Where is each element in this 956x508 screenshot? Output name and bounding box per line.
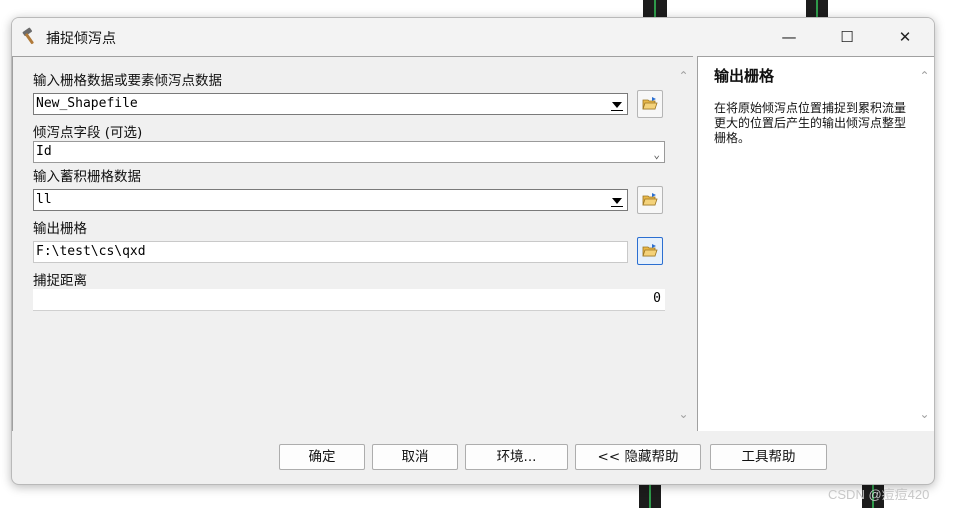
snap-distance-value: 0 xyxy=(653,291,661,306)
environments-button[interactable]: 环境... xyxy=(465,444,568,470)
title-bar[interactable]: 捕捉倾泻点 — ☐ ✕ xyxy=(12,18,934,56)
accum-raster-label: 输入蓄积栅格数据 xyxy=(33,169,141,185)
open-folder-icon xyxy=(642,193,658,206)
input-raster-browse-button[interactable] xyxy=(637,90,663,118)
snap-distance-input[interactable]: 0 xyxy=(33,289,665,311)
scroll-down-icon[interactable]: ⌄ xyxy=(916,407,933,421)
help-description: 在将原始倾泻点位置捕捉到累积流量更大的位置后产生的输出倾泻点整型栅格。 xyxy=(714,101,907,145)
input-raster-value: New_Shapefile xyxy=(36,96,138,111)
help-panel: 输出栅格 在将原始倾泻点位置捕捉到累积流量更大的位置后产生的输出倾泻点整型栅格。… xyxy=(697,56,934,431)
window-title: 捕捉倾泻点 xyxy=(46,31,116,47)
pour-field-label: 倾泻点字段 (可选) xyxy=(33,125,143,141)
parameters-scrollbar[interactable]: ⌃ ⌄ xyxy=(675,57,692,431)
output-raster-input[interactable]: F:\test\cs\qxd xyxy=(33,241,628,263)
help-title: 输出栅格 xyxy=(714,67,775,85)
hammer-icon xyxy=(20,26,40,46)
scroll-up-icon[interactable]: ⌃ xyxy=(916,69,933,83)
parameters-panel: 输入栅格数据或要素倾泻点数据 New_Shapefile 倾泻点字段 (可选) … xyxy=(12,56,693,431)
background-strip xyxy=(643,0,667,18)
snap-distance-label: 捕捉距离 xyxy=(33,273,87,289)
accum-raster-browse-button[interactable] xyxy=(637,186,663,214)
close-button[interactable]: ✕ xyxy=(876,18,934,56)
dropdown-arrow-icon[interactable] xyxy=(609,96,625,112)
dropdown-arrow-icon[interactable] xyxy=(609,192,625,208)
chevron-down-icon[interactable]: ⌄ xyxy=(653,145,660,165)
help-scrollbar[interactable]: ⌃ ⌄ xyxy=(916,57,933,431)
output-raster-value: F:\test\cs\qxd xyxy=(36,244,146,259)
pour-field-value: Id xyxy=(36,144,52,159)
output-raster-browse-button[interactable] xyxy=(637,237,663,265)
accum-raster-dropdown[interactable]: ll xyxy=(33,189,628,211)
scroll-up-icon[interactable]: ⌃ xyxy=(675,69,692,83)
maximize-button[interactable]: ☐ xyxy=(818,18,876,56)
scroll-down-icon[interactable]: ⌄ xyxy=(675,407,692,421)
snap-pour-point-dialog: 捕捉倾泻点 — ☐ ✕ 输入栅格数据或要素倾泻点数据 New_Shapefile… xyxy=(11,17,935,485)
pour-field-select[interactable]: Id ⌄ xyxy=(33,141,665,163)
cancel-button[interactable]: 取消 xyxy=(372,444,458,470)
open-folder-icon xyxy=(642,244,658,257)
background-strip xyxy=(806,0,828,18)
ok-button[interactable]: 确定 xyxy=(279,444,365,470)
hide-help-button[interactable]: << 隐藏帮助 xyxy=(575,444,701,470)
accum-raster-value: ll xyxy=(36,192,52,207)
tool-help-button[interactable]: 工具帮助 xyxy=(710,444,827,470)
background-strip xyxy=(639,484,661,508)
input-raster-dropdown[interactable]: New_Shapefile xyxy=(33,93,628,115)
input-raster-label: 输入栅格数据或要素倾泻点数据 xyxy=(33,73,222,89)
open-folder-icon xyxy=(642,97,658,110)
output-raster-label: 输出栅格 xyxy=(33,221,87,237)
minimize-button[interactable]: — xyxy=(760,18,818,56)
watermark: CSDN @痘痘420 xyxy=(828,487,930,502)
